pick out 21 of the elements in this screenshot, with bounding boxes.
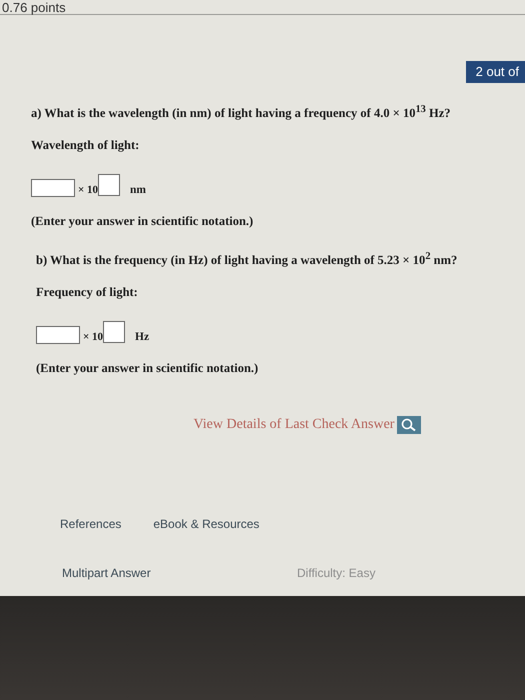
- coefficient-field[interactable]: [36, 326, 80, 344]
- times-ten-label: × 10: [83, 330, 104, 344]
- exponent-field[interactable]: [103, 321, 126, 344]
- exponent-field[interactable]: [98, 174, 120, 196]
- difficulty-label: Difficulty: Easy: [297, 566, 376, 580]
- unit-label: Hz: [135, 330, 150, 344]
- answer-label: Wavelength of light:: [31, 138, 140, 154]
- times-ten-label: × 10: [78, 183, 98, 198]
- progress-badge: 2 out of: [466, 61, 525, 83]
- instruction-text: (Enter your answer in scientific notation.): [31, 214, 254, 230]
- question-text: b) What is the frequency (in Hz) of light having a wavelength of 5.23 × 10$^{2}$ nm?: [36, 251, 458, 268]
- question-type-label: Multipart Answer: [62, 566, 152, 580]
- answer-label: Frequency of light:: [36, 285, 139, 300]
- resource-link[interactable]: References: [60, 517, 122, 532]
- search-icon[interactable]: [397, 416, 422, 434]
- coefficient-field[interactable]: [31, 179, 75, 198]
- question-text: a) What is the wavelength (in nm) of light having a frequency of 4.0 × 10$^{13}$ Hz?: [31, 104, 452, 122]
- unit-label: nm: [130, 183, 146, 198]
- points-label: 0.76 points: [2, 2, 66, 14]
- instruction-text: (Enter your answer in scientific notation.): [36, 361, 260, 376]
- resource-link[interactable]: eBook & Resources: [153, 517, 260, 532]
